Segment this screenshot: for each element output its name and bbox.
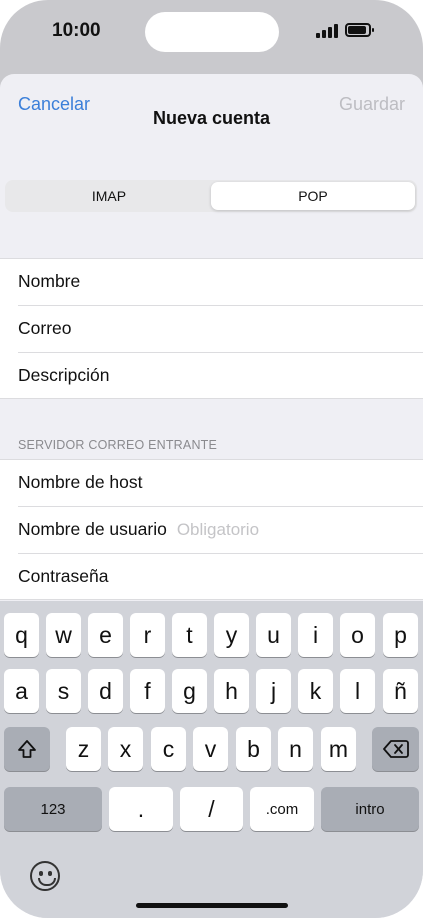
shift-key[interactable]	[4, 727, 50, 771]
key-m[interactable]: m	[321, 727, 356, 771]
key-n[interactable]: n	[278, 727, 313, 771]
incoming-server-header: SERVIDOR CORREO ENTRANTE	[18, 438, 218, 452]
delete-key[interactable]	[372, 727, 419, 771]
description-field[interactable]: Descripción	[0, 352, 423, 399]
save-button[interactable]: Guardar	[339, 94, 405, 115]
key-f[interactable]: f	[130, 669, 165, 713]
username-label: Nombre de usuario	[18, 519, 167, 539]
key-q[interactable]: q	[4, 613, 39, 657]
key-n-tilde[interactable]: ñ	[383, 669, 418, 713]
emoji-icon[interactable]	[30, 861, 60, 891]
key-c[interactable]: c	[151, 727, 186, 771]
hostname-label: Nombre de host	[18, 472, 143, 492]
phone-screen: 10:00 Cancelar Nueva cuenta Guardar IMAP…	[0, 0, 423, 918]
nav-bar: Cancelar Nueva cuenta Guardar	[0, 74, 423, 178]
key-j[interactable]: j	[256, 669, 291, 713]
key-e[interactable]: e	[88, 613, 123, 657]
password-field[interactable]: Contraseña	[0, 553, 423, 600]
key-b[interactable]: b	[236, 727, 271, 771]
account-fields-group: Nombre Correo Descripción	[0, 258, 423, 399]
key-s[interactable]: s	[46, 669, 81, 713]
incoming-server-group: Nombre de host Nombre de usuario Obligat…	[0, 459, 423, 600]
key-x[interactable]: x	[108, 727, 143, 771]
dynamic-island	[145, 12, 279, 52]
password-label: Contraseña	[18, 566, 109, 586]
key-k[interactable]: k	[298, 669, 333, 713]
email-field[interactable]: Correo	[0, 305, 423, 352]
home-indicator[interactable]	[136, 903, 288, 908]
key-t[interactable]: t	[172, 613, 207, 657]
key-a[interactable]: a	[4, 669, 39, 713]
name-field[interactable]: Nombre	[0, 258, 423, 305]
protocol-segmented-control: IMAP POP	[5, 180, 417, 212]
username-placeholder: Obligatorio	[176, 519, 260, 539]
key-u[interactable]: u	[256, 613, 291, 657]
segment-imap[interactable]: IMAP	[7, 182, 211, 210]
key-l[interactable]: l	[340, 669, 375, 713]
status-bar: 10:00	[0, 0, 423, 64]
email-label: Correo	[18, 318, 72, 338]
description-label: Descripción	[18, 365, 110, 385]
key-h[interactable]: h	[214, 669, 249, 713]
signal-icon	[316, 24, 338, 38]
key-o[interactable]: o	[340, 613, 375, 657]
status-time: 10:00	[52, 20, 101, 41]
key-y[interactable]: y	[214, 613, 249, 657]
key-z[interactable]: z	[66, 727, 101, 771]
hostname-field[interactable]: Nombre de host	[0, 459, 423, 506]
key-d[interactable]: d	[88, 669, 123, 713]
key-w[interactable]: w	[46, 613, 81, 657]
slash-key[interactable]: /	[180, 787, 243, 831]
shift-icon	[18, 740, 36, 758]
dotcom-key[interactable]: .com	[250, 787, 314, 831]
battery-icon	[345, 23, 374, 37]
username-field[interactable]: Nombre de usuario Obligatorio	[0, 506, 423, 553]
segment-pop[interactable]: POP	[211, 182, 415, 210]
return-key[interactable]: intro	[321, 787, 419, 831]
key-g[interactable]: g	[172, 669, 207, 713]
name-label: Nombre	[18, 271, 81, 291]
dot-key[interactable]: .	[109, 787, 173, 831]
key-r[interactable]: r	[130, 613, 165, 657]
key-i[interactable]: i	[298, 613, 333, 657]
delete-icon	[382, 740, 409, 758]
key-p[interactable]: p	[383, 613, 418, 657]
keyboard: q w e r t y u i o p a s d f g h j k l ñ …	[0, 601, 423, 918]
key-v[interactable]: v	[193, 727, 228, 771]
numbers-key[interactable]: 123	[4, 787, 102, 831]
